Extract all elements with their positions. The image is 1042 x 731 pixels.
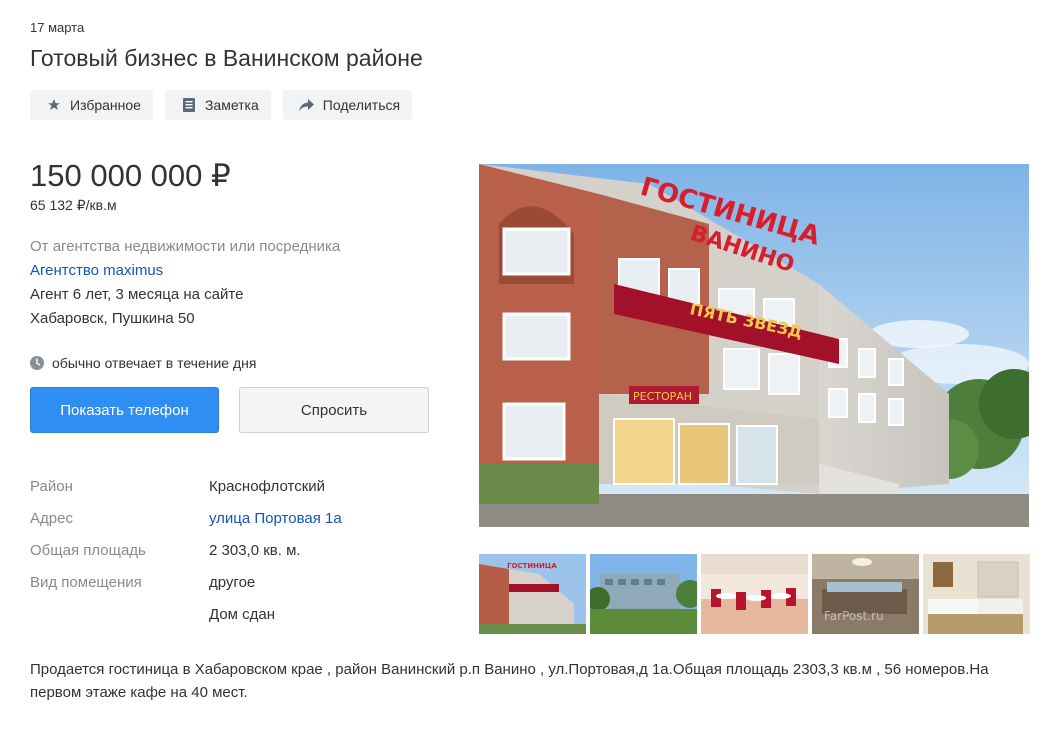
photo-thumbnails: ГОСТИНИЦА FarPost.ru xyxy=(479,554,1030,634)
thumbnail-2[interactable] xyxy=(590,554,697,634)
thumb-sign: ГОСТИНИЦА xyxy=(507,562,557,570)
price-total: 150 000 000 ₽ xyxy=(30,158,231,193)
watermark: FarPost.ru xyxy=(824,609,884,623)
param-label: Вид помещения xyxy=(30,574,142,591)
note-button[interactable]: Заметка xyxy=(164,90,271,120)
favorite-label: Избранное xyxy=(70,97,141,113)
response-time: обычно отвечает в течение дня xyxy=(30,355,256,371)
restaurant-sign: РЕСТОРАН xyxy=(633,390,692,403)
page-title: Готовый бизнес в Ванинском районе xyxy=(30,45,423,71)
thumbnail-1[interactable]: ГОСТИНИЦА xyxy=(479,554,586,634)
star-icon xyxy=(46,97,62,113)
favorite-button[interactable]: Избранное xyxy=(30,90,153,120)
agency-link[interactable]: Агентство maximus xyxy=(30,262,163,279)
listing-date: 17 марта xyxy=(30,20,85,35)
ask-button[interactable]: Спросить xyxy=(239,387,429,433)
main-photo[interactable]: ПЯТЬ ЗВЕЗД ГОСТИНИЦА ВАНИНО РЕСТОРАН xyxy=(479,164,1029,527)
note-label: Заметка xyxy=(204,97,259,113)
param-label: Район xyxy=(30,478,73,495)
response-time-text: обычно отвечает в течение дня xyxy=(52,355,257,371)
share-label: Поделиться xyxy=(322,97,401,113)
share-icon xyxy=(299,97,315,113)
param-value: другое xyxy=(209,574,256,591)
price-per-m2: 65 132 ₽/кв.м xyxy=(30,197,117,213)
param-label: Адрес xyxy=(30,510,73,527)
clock-icon xyxy=(30,356,44,370)
param-value: Краснофлотский xyxy=(209,478,326,495)
param-label: Общая площадь xyxy=(30,542,146,559)
seller-type: От агентства недвижимости или посредника xyxy=(30,238,341,255)
note-icon xyxy=(181,97,197,113)
share-button[interactable]: Поделиться xyxy=(282,90,413,120)
listing-actions: Избранное Заметка Поделиться xyxy=(30,90,413,120)
listing-description: Продается гостиница в Хабаровском крае ,… xyxy=(30,661,989,701)
param-value: 2 303,0 кв. м. xyxy=(209,542,301,559)
param-value: Дом сдан xyxy=(209,606,276,623)
thumbnail-3[interactable] xyxy=(701,554,808,634)
agent-address: Хабаровск, Пушкина 50 xyxy=(30,310,195,327)
thumbnail-5[interactable] xyxy=(923,554,1030,634)
agent-experience: Агент 6 лет, 3 месяца на сайте xyxy=(30,286,244,303)
thumbnail-4[interactable]: FarPost.ru xyxy=(812,554,919,634)
show-phone-button[interactable]: Показать телефон xyxy=(30,387,219,433)
address-link[interactable]: улица Портовая 1а xyxy=(209,510,342,527)
